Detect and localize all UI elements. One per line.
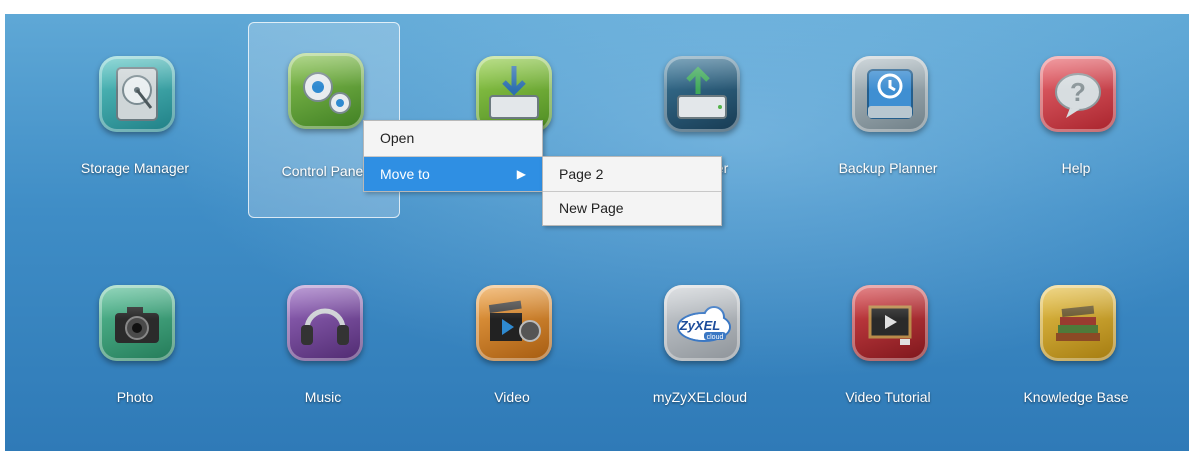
app-label: Video — [494, 389, 530, 405]
help-bubble-icon: ? — [1040, 56, 1116, 132]
gears-icon — [288, 53, 364, 129]
desktop: Storage Manager Control Panel Backup Pla… — [5, 14, 1189, 451]
app-myzyxelcloud[interactable]: ZyXEL cloud myZyXELcloud — [625, 264, 775, 414]
app-music[interactable]: Music — [248, 264, 398, 414]
video-tutorial-icon — [852, 285, 928, 361]
app-label: Backup Planner — [838, 160, 938, 176]
app-video[interactable]: Video — [437, 264, 587, 414]
app-storage-manager[interactable]: Storage Manager — [60, 35, 210, 185]
menu-item-label: Open — [380, 130, 415, 146]
app-label: Knowledge Base — [1023, 389, 1129, 405]
zyxel-logo-sub: cloud — [707, 334, 724, 341]
submenu-item-page-2[interactable]: Page 2 — [543, 157, 721, 191]
hard-drive-icon — [99, 56, 175, 132]
headphones-icon — [287, 285, 363, 361]
menu-item-open[interactable]: Open — [364, 121, 542, 155]
app-backup-planner[interactable]: Backup Planner — [813, 35, 963, 185]
zyxel-logo-text: ZyXEL — [679, 318, 721, 333]
submenu-item-new-page[interactable]: New Page — [543, 191, 721, 225]
app-label: Music — [304, 389, 342, 405]
film-clapper-icon — [476, 285, 552, 361]
app-knowledge-base[interactable]: Knowledge Base — [1001, 264, 1151, 414]
svg-text:?: ? — [1070, 77, 1086, 107]
zyxel-cloud-icon: ZyXEL cloud — [664, 285, 740, 361]
app-photo[interactable]: Photo — [60, 264, 210, 414]
app-label: Photo — [116, 389, 154, 405]
top-strip — [0, 0, 1192, 14]
app-label: myZyXELcloud — [652, 389, 748, 405]
app-video-tutorial[interactable]: Video Tutorial — [813, 264, 963, 414]
upload-drive-icon — [664, 56, 740, 132]
books-icon — [1040, 285, 1116, 361]
camera-icon — [99, 285, 175, 361]
submenu: Page 2 New Page — [542, 156, 722, 226]
backup-disk-icon — [852, 56, 928, 132]
submenu-item-label: New Page — [559, 200, 624, 216]
app-label: Video Tutorial — [845, 389, 931, 405]
submenu-item-label: Page 2 — [559, 166, 604, 182]
menu-item-move-to[interactable]: Move to ▶ — [364, 157, 542, 191]
app-help[interactable]: ? Help — [1001, 35, 1151, 185]
app-label: Storage Manager — [80, 160, 190, 176]
menu-item-label: Move to — [380, 166, 430, 182]
context-menu: Open Move to ▶ — [363, 120, 543, 192]
submenu-arrow-icon: ▶ — [516, 167, 526, 181]
app-label: Help — [1061, 160, 1091, 176]
